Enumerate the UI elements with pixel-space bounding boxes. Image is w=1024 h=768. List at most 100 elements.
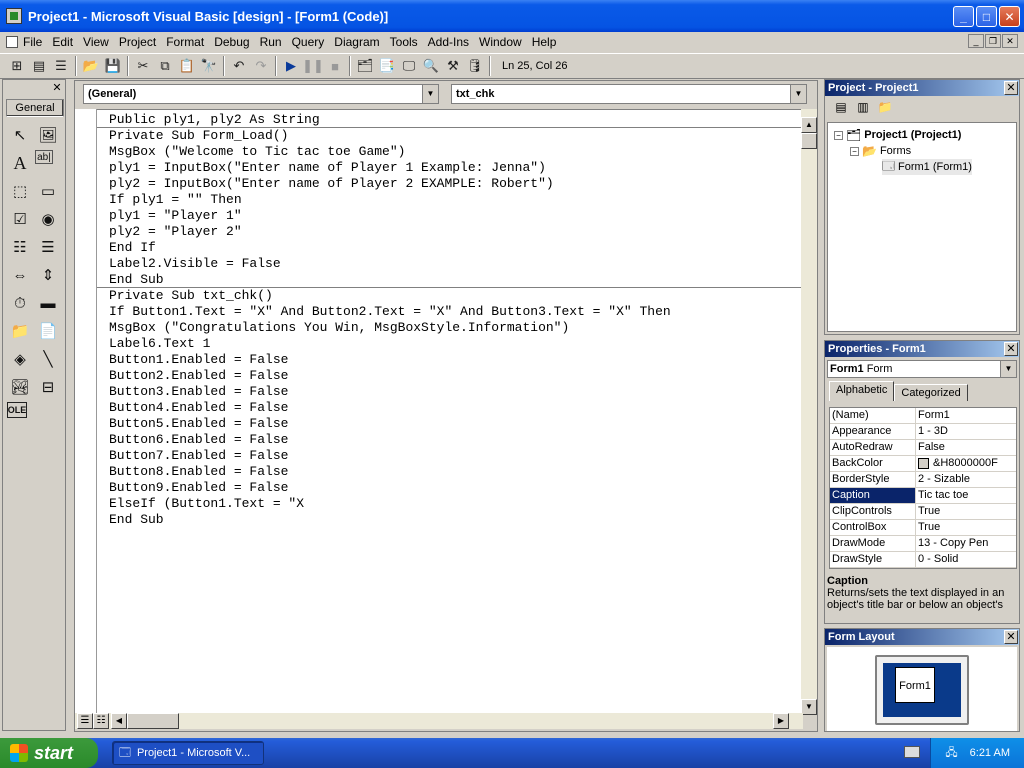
code-line[interactable]: Button5.Enabled = False (109, 416, 288, 432)
mdi-close-button[interactable]: ✕ (1002, 34, 1018, 48)
tree-node-form1[interactable]: 🗔 Form1 (Form1) (882, 159, 972, 175)
property-value[interactable]: Form1 (916, 408, 1016, 423)
dirlistbox-tool-icon[interactable]: 📁 (7, 318, 33, 344)
code-line[interactable]: If ply1 = "" Then (109, 192, 242, 208)
code-line[interactable]: If Button1.Text = "X" And Button2.Text =… (109, 304, 671, 320)
code-line[interactable]: Button6.Enabled = False (109, 432, 288, 448)
close-icon[interactable]: ✕ (1004, 630, 1018, 644)
line-tool-icon[interactable]: ╲ (35, 346, 61, 372)
vertical-scrollbar[interactable]: ▲ ▼ (801, 109, 817, 715)
keyboard-icon[interactable] (904, 746, 920, 758)
code-line[interactable]: End Sub (109, 272, 164, 288)
properties-window-icon[interactable]: 📑 (376, 55, 398, 77)
view-code-icon[interactable]: ▤ (831, 98, 851, 116)
scroll-left-icon[interactable]: ◀ (111, 713, 127, 729)
menu-edit[interactable]: Edit (47, 35, 78, 49)
menu-run[interactable]: Run (255, 35, 287, 49)
menu-tools[interactable]: Tools (385, 35, 423, 49)
toggle-folders-icon[interactable]: 📁 (875, 98, 895, 116)
menu-diagram[interactable]: Diagram (329, 35, 384, 49)
paste-icon[interactable]: 📋 (176, 55, 198, 77)
property-value[interactable]: True (916, 520, 1016, 535)
property-value[interactable]: True (916, 504, 1016, 519)
menu-add-ins[interactable]: Add-Ins (423, 35, 474, 49)
property-value[interactable]: Tic tac toe (916, 488, 1016, 503)
find-icon[interactable]: 🔭 (198, 55, 220, 77)
combobox-tool-icon[interactable]: ☷ (7, 234, 33, 260)
property-value[interactable]: &H8000000F (916, 456, 1016, 471)
menu-query[interactable]: Query (287, 35, 330, 49)
object-browser-icon[interactable]: 🔍 (420, 55, 442, 77)
taskbar-item-vb[interactable]: 🗔 Project1 - Microsoft V... (112, 741, 264, 765)
menu-view[interactable]: View (78, 35, 114, 49)
property-row[interactable]: ControlBox True (830, 520, 1016, 536)
open-project-icon[interactable]: 📂 (80, 55, 102, 77)
menu-debug[interactable]: Debug (209, 35, 254, 49)
toolbox-tab-general[interactable]: General (6, 99, 64, 117)
property-row[interactable]: BackColor &H8000000F (830, 456, 1016, 472)
tree-node-forms[interactable]: − 📂 Forms (850, 143, 911, 159)
hscroll-thumb[interactable] (127, 713, 179, 729)
add-project-icon[interactable]: ⊞ (6, 55, 28, 77)
close-icon[interactable]: ✕ (1004, 81, 1018, 95)
checkbox-tool-icon[interactable]: ☑ (7, 206, 33, 232)
code-line[interactable]: ply1 = "Player 1" (109, 208, 242, 224)
code-line[interactable]: Label6.Text 1 (109, 336, 210, 352)
form-layout-title[interactable]: Form Layout ✕ (825, 629, 1019, 645)
code-line[interactable]: Label2.Visible = False (109, 256, 281, 272)
code-line[interactable]: ply2 = "Player 2" (109, 224, 242, 240)
property-row[interactable]: (Name) Form1 (830, 408, 1016, 424)
close-button[interactable]: ✕ (999, 6, 1020, 27)
title-bar[interactable]: Project1 - Microsoft Visual Basic [desig… (0, 0, 1024, 32)
property-row[interactable]: Appearance 1 - 3D (830, 424, 1016, 440)
menu-editor-icon[interactable]: ☰ (50, 55, 72, 77)
code-line[interactable]: Button2.Enabled = False (109, 368, 288, 384)
undo-icon[interactable]: ↶ (228, 55, 250, 77)
collapse-icon[interactable]: − (834, 130, 843, 140)
code-line[interactable]: Button9.Enabled = False (109, 480, 288, 496)
code-line[interactable]: End Sub (109, 512, 164, 528)
end-icon[interactable]: ■ (324, 55, 346, 77)
shape-tool-icon[interactable]: ◈ (7, 346, 33, 372)
menu-file[interactable]: File (18, 35, 47, 49)
code-line[interactable]: Button7.Enabled = False (109, 448, 288, 464)
optionbutton-tool-icon[interactable]: ◉ (35, 206, 61, 232)
menu-window[interactable]: Window (474, 35, 527, 49)
hscrollbar-tool-icon[interactable]: ⇔ (7, 262, 33, 288)
code-line[interactable]: MsgBox ("Welcome to Tic tac toe Game") (109, 144, 405, 160)
code-line[interactable]: End If (109, 240, 156, 256)
scroll-down-icon[interactable]: ▼ (801, 699, 817, 715)
code-line[interactable]: Button4.Enabled = False (109, 400, 288, 416)
collapse-icon[interactable]: − (850, 146, 859, 156)
horizontal-scrollbar[interactable]: ☰ ☷ ◀ ▶ (75, 713, 803, 729)
vscrollbar-tool-icon[interactable]: ⇕ (35, 262, 61, 288)
ole-tool-icon[interactable]: OLE (7, 402, 27, 418)
project-explorer-icon[interactable]: 🗂 (354, 55, 376, 77)
start-button[interactable]: start (0, 738, 98, 768)
code-line[interactable]: ply1 = InputBox("Enter name of Player 1 … (109, 160, 546, 176)
object-combo[interactable]: (General) ▼ (83, 84, 439, 104)
drivelistbox-tool-icon[interactable]: ▬ (35, 290, 61, 316)
menu-project[interactable]: Project (114, 35, 161, 49)
property-value[interactable]: False (916, 440, 1016, 455)
commandbutton-tool-icon[interactable]: ▭ (35, 178, 61, 204)
code-line[interactable]: MsgBox ("Congratulations You Win, MsgBox… (109, 320, 569, 336)
procedure-combo[interactable]: txt_chk ▼ (451, 84, 807, 104)
margin-indicator-bar[interactable] (75, 109, 97, 715)
toolbox-close-icon[interactable]: ✕ (51, 82, 63, 94)
tab-alphabetic[interactable]: Alphabetic (829, 381, 895, 401)
maximize-button[interactable]: □ (976, 6, 997, 27)
code-line[interactable]: ElseIf (Button1.Text = "X (109, 496, 304, 512)
property-row[interactable]: DrawStyle 0 - Solid (830, 552, 1016, 568)
vb-app-icon[interactable] (6, 8, 22, 24)
tab-categorized[interactable]: Categorized (894, 384, 968, 401)
scroll-right-icon[interactable]: ▶ (773, 713, 789, 729)
property-value[interactable]: 0 - Solid (916, 552, 1016, 567)
code-line[interactable]: Button3.Enabled = False (109, 384, 288, 400)
listbox-tool-icon[interactable]: ☰ (35, 234, 61, 260)
pointer-tool-icon[interactable]: ↖ (7, 122, 33, 148)
code-line[interactable]: Public ply1, ply2 As String (109, 112, 320, 128)
timer-tool-icon[interactable]: ⏱ (7, 290, 33, 316)
scroll-thumb[interactable] (801, 133, 817, 149)
minimize-button[interactable]: _ (953, 6, 974, 27)
